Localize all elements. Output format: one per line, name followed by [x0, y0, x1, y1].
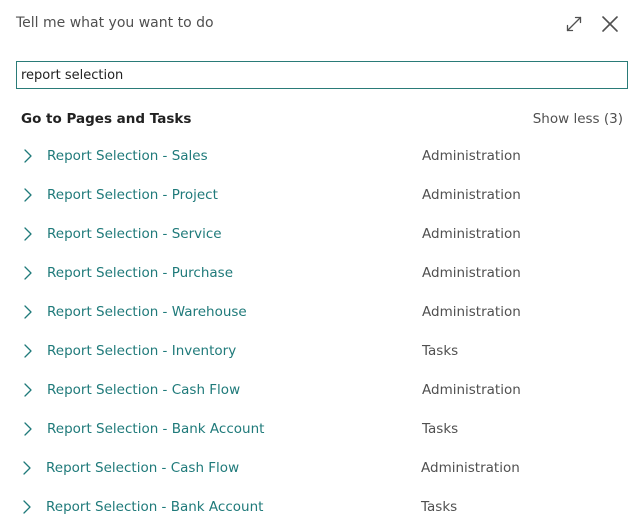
- expand-button[interactable]: [562, 12, 586, 36]
- result-category: Administration: [422, 382, 521, 398]
- result-row[interactable]: Report Selection - Cash Flow Administrati…: [0, 449, 637, 488]
- search-input[interactable]: [17, 62, 627, 88]
- result-category: Administration: [422, 187, 521, 203]
- section-heading: Go to Pages and Tasks: [21, 111, 192, 127]
- result-row[interactable]: Report Selection - Service Administration: [0, 215, 637, 254]
- result-category: Administration: [422, 304, 521, 320]
- result-category: Administration: [422, 265, 521, 281]
- result-link[interactable]: Report Selection - Bank Account: [47, 421, 264, 437]
- result-row[interactable]: Report Selection - Cash Flow Administrati…: [0, 371, 637, 410]
- result-link[interactable]: Report Selection - Project: [47, 187, 218, 203]
- search-box: [16, 61, 628, 89]
- chevron-right-icon[interactable]: [21, 187, 35, 203]
- chevron-right-icon[interactable]: [21, 343, 35, 359]
- result-row[interactable]: Report Selection - Sales Administration: [0, 137, 637, 176]
- result-row[interactable]: Report Selection - Inventory Tasks: [0, 332, 637, 371]
- chevron-right-icon[interactable]: [21, 421, 35, 437]
- result-link[interactable]: Report Selection - Cash Flow: [46, 460, 239, 476]
- result-category: Administration: [422, 226, 521, 242]
- result-link[interactable]: Report Selection - Bank Account: [46, 499, 263, 515]
- result-link[interactable]: Report Selection - Warehouse: [47, 304, 247, 320]
- result-category: Administration: [422, 148, 521, 164]
- result-category: Tasks: [422, 343, 459, 359]
- close-icon: [602, 16, 618, 32]
- result-row[interactable]: Report Selection - Warehouse Administrati…: [0, 293, 637, 332]
- result-category: Tasks: [421, 499, 458, 515]
- chevron-right-icon[interactable]: [21, 265, 35, 281]
- result-row[interactable]: Report Selection - Bank Account Tasks: [0, 488, 637, 527]
- chevron-right-icon[interactable]: [20, 460, 34, 476]
- result-row[interactable]: Report Selection - Bank Account Tasks: [0, 410, 637, 449]
- result-row[interactable]: Report Selection - Project Administration: [0, 176, 637, 215]
- result-link[interactable]: Report Selection - Purchase: [47, 265, 233, 281]
- result-link[interactable]: Report Selection - Sales: [47, 148, 208, 164]
- dialog-title: Tell me what you want to do: [16, 15, 214, 31]
- results-list: Report Selection - Sales Administration Re…: [0, 137, 637, 527]
- expand-diagonal-arrows-icon: [566, 16, 582, 32]
- chevron-right-icon[interactable]: [21, 382, 35, 398]
- result-category: Tasks: [422, 421, 459, 437]
- show-less-link[interactable]: Show less (3): [533, 111, 623, 127]
- chevron-right-icon[interactable]: [21, 304, 35, 320]
- result-category: Administration: [421, 460, 520, 476]
- result-link[interactable]: Report Selection - Service: [47, 226, 222, 242]
- chevron-right-icon[interactable]: [21, 148, 35, 164]
- result-row[interactable]: Report Selection - Purchase Administratio…: [0, 254, 637, 293]
- close-button[interactable]: [598, 12, 622, 36]
- result-link[interactable]: Report Selection - Cash Flow: [47, 382, 240, 398]
- chevron-right-icon[interactable]: [21, 226, 35, 242]
- result-link[interactable]: Report Selection - Inventory: [47, 343, 236, 359]
- chevron-right-icon[interactable]: [20, 499, 34, 515]
